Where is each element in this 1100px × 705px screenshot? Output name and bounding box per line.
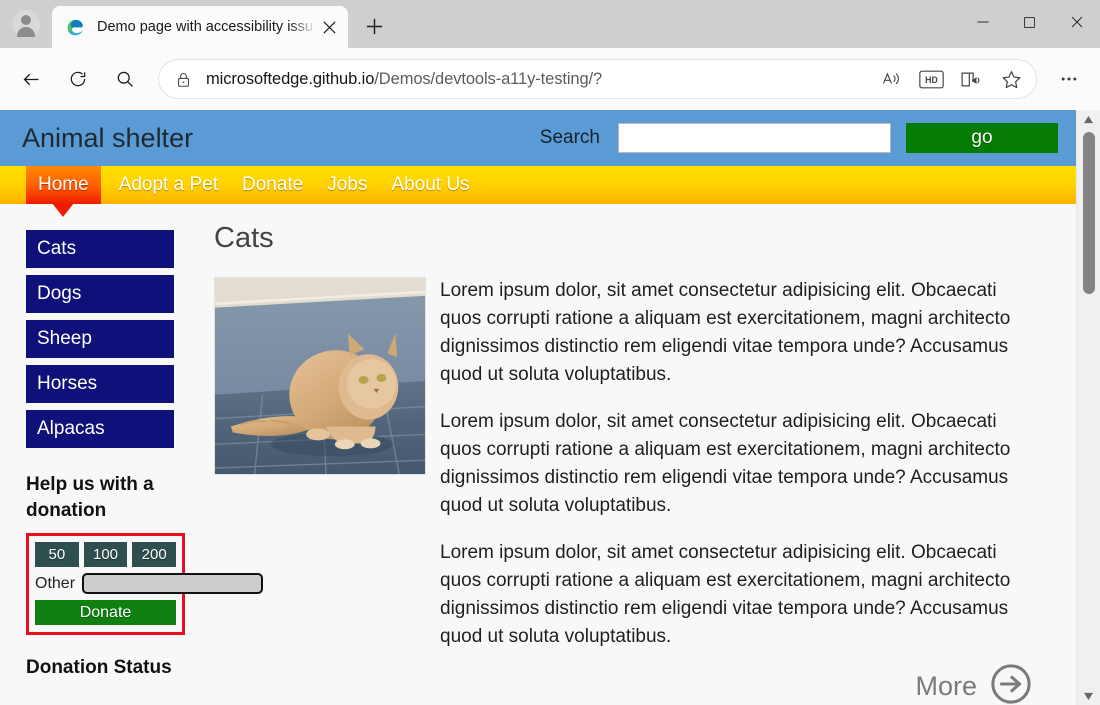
site-title: Animal shelter [22,122,194,153]
sidebar-item-horses[interactable]: Horses [26,365,174,403]
donation-other-label: Other [35,574,76,592]
person-avatar-icon [12,10,40,38]
scroll-up-arrow-icon[interactable] [1077,110,1100,128]
edge-logo-icon [66,18,85,37]
scroll-down-arrow-icon[interactable] [1077,687,1100,705]
cat-photo [214,277,426,475]
url-domain: microsoftedge.github.io [206,69,375,88]
page-viewport: Animal shelter Search go Home Adopt a Pe… [0,110,1100,705]
immersive-reader-icon[interactable] [954,62,988,96]
browser-tab[interactable]: Demo page with accessibility issu [52,6,348,48]
donation-amount-group: 50 100 200 [35,542,177,567]
back-button[interactable] [12,60,50,98]
sidebar-item-alpacas[interactable]: Alpacas [26,410,174,448]
nav-item-adopt-a-pet[interactable]: Adopt a Pet [107,166,230,204]
page-title: Cats [214,222,274,254]
search-go-button[interactable]: go [906,123,1058,153]
donation-status-heading: Donation Status [26,657,172,678]
nav-item-home[interactable]: Home [26,166,101,204]
article: Lorem ipsum dolor, sit amet consectetur … [214,277,1032,651]
main-content: Cats Lorem ipsum dolor, sit amet consect… [200,204,1076,705]
sidebar-item-cats[interactable]: Cats [26,230,174,268]
more-link[interactable]: More [214,663,1032,705]
donation-amount-50[interactable]: 50 [35,542,79,567]
tab-strip: Demo page with accessibility issu [0,0,1100,48]
donation-form: 50 100 200 Other Donate [26,533,264,635]
profile-button[interactable] [0,0,52,48]
read-aloud-icon[interactable] [874,62,908,96]
paragraph-2: Lorem ipsum dolor, sit amet consectetur … [440,411,1011,516]
address-bar[interactable]: microsoftedge.github.io/Demos/devtools-a… [159,60,1036,98]
url-path: /Demos/devtools-a11y-testing/? [374,69,603,88]
page-scrollbar[interactable] [1076,110,1100,705]
browser-window: Demo page with accessibility issu micros… [0,0,1100,705]
arrow-right-circle-icon [990,663,1032,705]
nav-item-donate[interactable]: Donate [230,166,315,204]
donate-submit-button[interactable]: Donate [35,600,176,625]
omnibox-actions: HD [868,62,1028,96]
scrollbar-thumb[interactable] [1083,132,1095,294]
donation-other-row: Other [35,573,264,594]
minimize-button[interactable] [959,0,1006,44]
site-search: Search go [540,123,1058,153]
address-bar-url: microsoftedge.github.io/Demos/devtools-a… [206,70,602,89]
browser-toolbar: microsoftedge.github.io/Demos/devtools-a… [0,48,1100,110]
sidebar-item-sheep[interactable]: Sheep [26,320,174,358]
sidebar-item-dogs[interactable]: Dogs [26,275,174,313]
donation-heading: Help us with a donation [26,474,154,521]
settings-more-button[interactable] [1050,60,1088,98]
paragraph-1: Lorem ipsum dolor, sit amet consectetur … [440,280,1011,385]
nav-item-jobs[interactable]: Jobs [315,166,379,204]
search-button[interactable] [106,60,144,98]
search-input[interactable] [618,123,891,153]
window-controls [959,0,1100,44]
padlock-icon [175,71,192,88]
star-icon[interactable] [994,62,1028,96]
paragraph-3: Lorem ipsum dolor, sit amet consectetur … [440,542,1011,647]
sidebar: Cats Dogs Sheep Horses Alpacas Help us w… [0,204,264,705]
toolbar-right-actions [1042,60,1088,98]
search-label: Search [539,127,600,148]
tab-title: Demo page with accessibility issu [97,19,313,35]
hd-badge-icon[interactable]: HD [914,62,948,96]
reload-button[interactable] [59,60,97,98]
svg-text:HD: HD [925,75,938,85]
close-window-button[interactable] [1053,0,1100,44]
nav-item-about-us[interactable]: About Us [379,166,481,204]
maximize-button[interactable] [1006,0,1053,44]
more-label: More [915,671,977,701]
web-page: Animal shelter Search go Home Adopt a Pe… [0,110,1076,705]
article-paragraphs: Lorem ipsum dolor, sit amet consectetur … [440,277,1032,651]
main-navigation: Home Adopt a Pet Donate Jobs About Us [0,166,1076,204]
new-tab-button[interactable] [354,6,394,46]
donation-amount-100[interactable]: 100 [83,542,128,567]
donation-amount-200[interactable]: 200 [132,542,177,567]
site-header: Animal shelter Search go [0,110,1076,166]
page-body: Cats Dogs Sheep Horses Alpacas Help us w… [0,204,1076,705]
tab-close-icon[interactable] [316,14,342,40]
